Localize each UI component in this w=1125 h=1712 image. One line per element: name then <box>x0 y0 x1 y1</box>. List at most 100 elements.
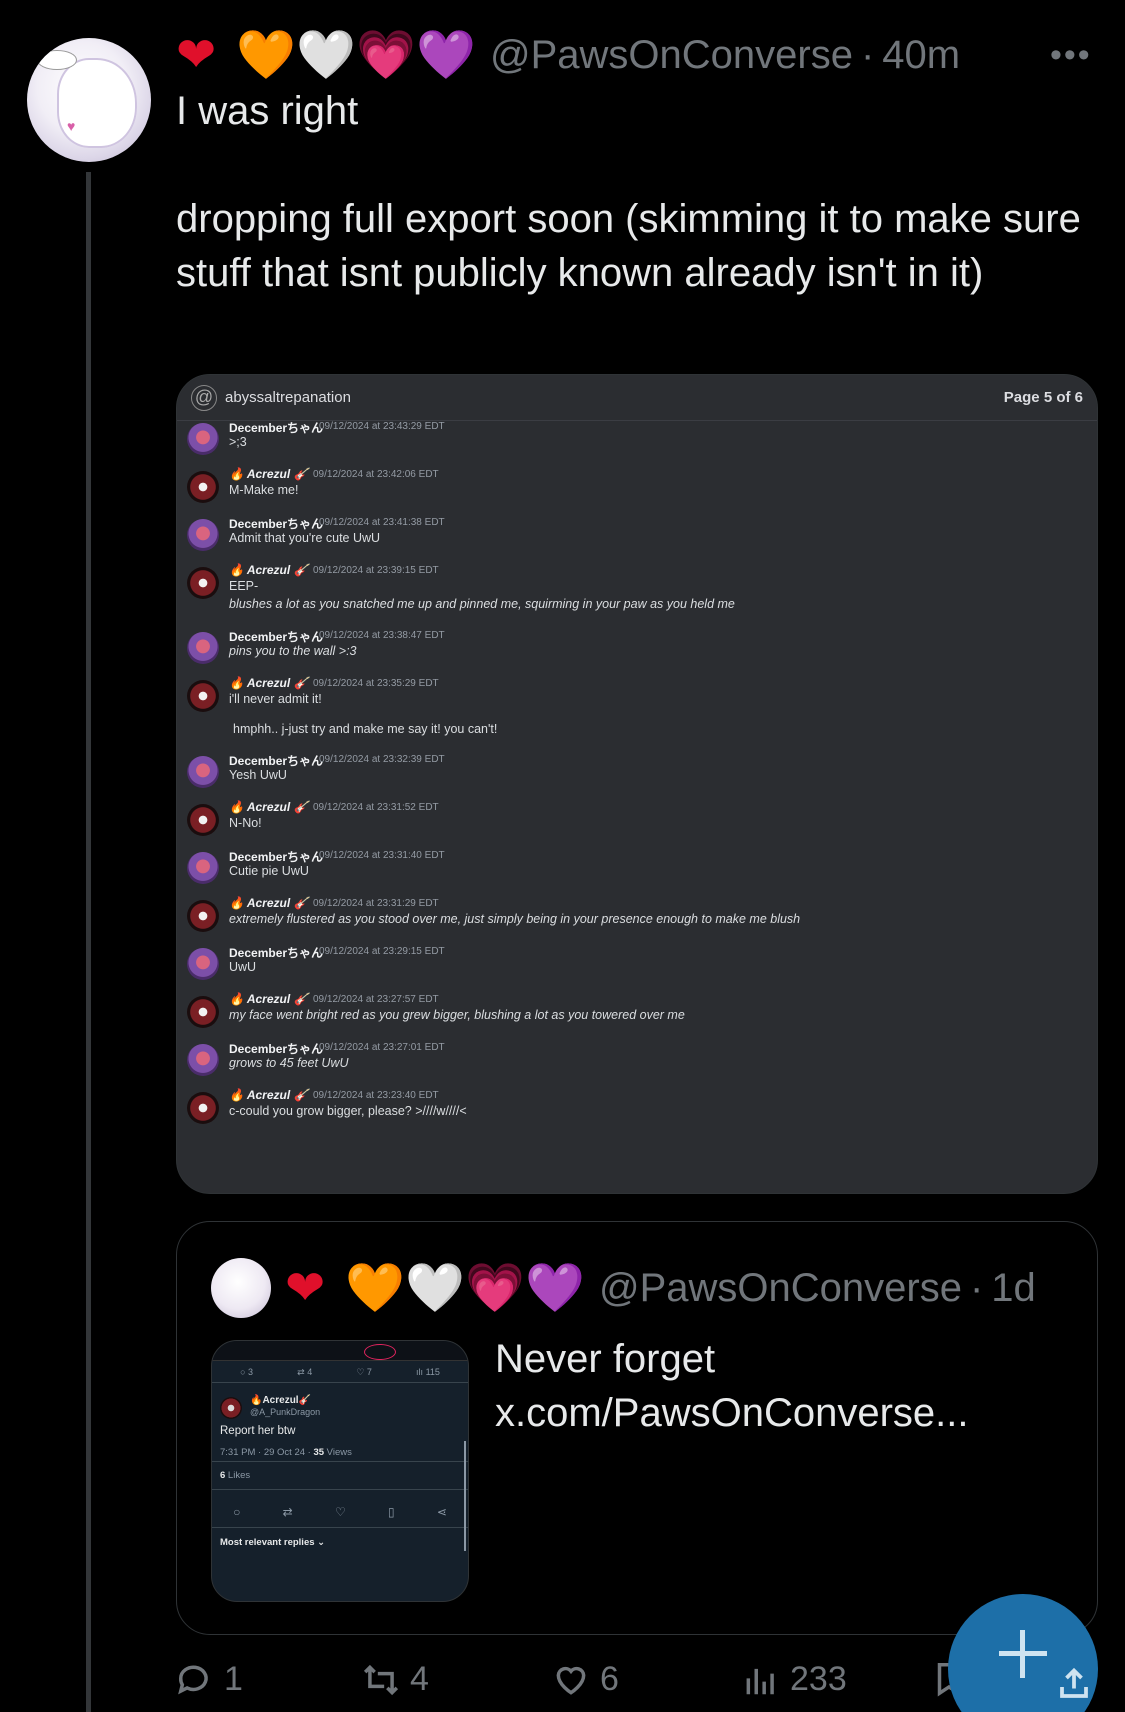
retweet-icon: ⇄ <box>282 1505 293 1519</box>
message-avatar <box>187 519 219 551</box>
message-author: 🔥 Acrezul 🎸 <box>229 800 309 814</box>
message-author: 🔥 Acrezul 🎸 <box>229 896 309 910</box>
message-author: 🔥 Acrezul 🎸 <box>229 1088 309 1102</box>
thumb-handle: @A_PunkDragon <box>250 1407 321 1417</box>
tweet-timestamp[interactable]: 40m <box>882 33 960 78</box>
thumb-replies: ○ 3 <box>240 1367 254 1377</box>
thumb-likes-row: 6 Likes <box>212 1461 468 1490</box>
thumb-stats: ○ 3 ⇄ 4 ♡ 7 ılı 115 <box>212 1363 468 1383</box>
like-button[interactable]: 6 <box>552 1660 619 1699</box>
message-timestamp: 09/12/2024 at 23:39:15 EDT <box>313 565 439 576</box>
thumb-retweets: ⇄ 4 <box>297 1367 313 1377</box>
reply-icon: ○ <box>233 1505 241 1519</box>
message-avatar <box>187 1092 219 1124</box>
thumb-avatar <box>220 1397 242 1419</box>
message-author: 🔥 Acrezul 🎸 <box>229 563 309 577</box>
more-options-icon[interactable]: ••• <box>1050 36 1092 75</box>
message-avatar <box>187 756 219 788</box>
message-body: EEP- <box>229 579 259 593</box>
at-icon: @ <box>191 384 217 411</box>
thread-line <box>86 172 91 1712</box>
message-body: UwU <box>229 960 257 974</box>
message-author: 🔥 Acrezul 🎸 <box>229 467 309 481</box>
reply-button[interactable]: 1 <box>176 1660 243 1699</box>
message-avatar <box>187 632 219 664</box>
message-timestamp: 09/12/2024 at 23:43:29 EDT <box>319 421 445 432</box>
quoted-header: ❤ 🧡 🤍 💗 💜 @PawsOnConverse · 1d <box>285 1256 1036 1320</box>
retweet-icon <box>363 1664 399 1695</box>
thumb-views: ılı 115 <box>416 1367 440 1377</box>
message-body-continued: blushes a lot as you snatched me up and … <box>229 597 735 611</box>
thumb-body: Report her btw <box>220 1425 296 1437</box>
quoted-tweet[interactable]: ❤ 🧡 🤍 💗 💜 @PawsOnConverse · 1d ○ 3 ⇄ 4 ♡… <box>176 1221 1098 1635</box>
avatar-speech-bubble <box>37 50 77 70</box>
white-heart-emoji: 🤍 <box>405 1260 465 1316</box>
message-body: M-Make me! <box>229 483 299 497</box>
heart-icon: ♡ <box>334 1505 346 1519</box>
tweet-header: ❤ 🧡 🤍 💗 💜 @PawsOnConverse · 40m <box>176 26 960 84</box>
message-avatar <box>187 423 219 455</box>
message-timestamp: 09/12/2024 at 23:27:01 EDT <box>319 1042 445 1053</box>
thumb-likes: ♡ 7 <box>356 1367 372 1377</box>
share-icon: ⋖ <box>436 1505 447 1519</box>
message-timestamp: 09/12/2024 at 23:32:39 EDT <box>319 754 445 765</box>
message-author: Decemberちゃん <box>229 1042 324 1056</box>
message-timestamp: 09/12/2024 at 23:42:06 EDT <box>313 469 439 480</box>
quoted-timestamp: 1d <box>991 1265 1036 1310</box>
message-author: Decemberちゃん <box>229 850 324 864</box>
quoted-text: Never forget x.com/PawsOnConverse... <box>495 1337 969 1435</box>
avatar-art <box>57 58 137 148</box>
message-body: pins you to the wall >:3 <box>229 644 357 658</box>
retweet-button[interactable]: 4 <box>362 1660 429 1699</box>
message-avatar <box>187 680 219 712</box>
pink-heart-emoji: 💗 <box>356 27 416 83</box>
message-avatar <box>187 900 219 932</box>
tweet-text: I was right dropping full export soon (s… <box>176 84 1096 300</box>
quoted-handle[interactable]: @PawsOnConverse <box>599 1266 962 1311</box>
message-timestamp: 09/12/2024 at 23:35:29 EDT <box>313 678 439 689</box>
message-body: i'll never admit it! <box>229 692 322 706</box>
message-author: 🔥 Acrezul 🎸 <box>229 676 309 690</box>
quoted-thumbnail[interactable]: ○ 3 ⇄ 4 ♡ 7 ılı 115 🔥Acrezul🎸 @A_PunkDra… <box>211 1340 469 1602</box>
thumb-scrollbar <box>464 1441 466 1551</box>
separator-dot: · <box>969 1265 984 1310</box>
message-timestamp: 09/12/2024 at 23:31:29 EDT <box>313 898 439 909</box>
message-author: Decemberちゃん <box>229 630 324 644</box>
media-image[interactable]: @ abyssaltrepanation Page 5 of 6 Decembe… <box>176 374 1098 1194</box>
action-bar: 1 4 6 233 <box>176 1660 1076 1712</box>
message-body: extremely flustered as you stood over me… <box>229 912 801 926</box>
views-button[interactable]: 233 <box>742 1660 847 1699</box>
purple-heart-emoji: 💜 <box>416 27 476 83</box>
message-avatar <box>187 948 219 980</box>
message-avatar <box>187 1044 219 1076</box>
reply-icon <box>178 1665 208 1694</box>
message-body: c-could you grow bigger, please? >////w/… <box>229 1104 467 1118</box>
message-body: Yesh UwU <box>229 768 287 782</box>
heart-icon <box>556 1666 586 1695</box>
message-author: Decemberちゃん <box>229 421 324 435</box>
message-avatar <box>187 804 219 836</box>
message-body: my face went bright red as you grew bigg… <box>229 1008 685 1022</box>
author-handle[interactable]: @PawsOnConverse <box>490 33 853 78</box>
separator-dot: · <box>860 32 875 77</box>
message-timestamp: 09/12/2024 at 23:41:38 EDT <box>319 517 445 528</box>
share-icon[interactable] <box>1056 1664 1092 1704</box>
message-body: N-No! <box>229 816 262 830</box>
message-author: Decemberちゃん <box>229 517 324 531</box>
message-avatar <box>187 567 219 599</box>
red-heart-emoji: ❤ <box>176 27 217 83</box>
message-author: 🔥 Acrezul 🎸 <box>229 992 309 1006</box>
pink-heart-emoji: 💗 <box>465 1260 525 1316</box>
avatar-heart-icon: ♥ <box>67 118 76 134</box>
bookmark-icon: ▯ <box>387 1505 395 1519</box>
export-header: @ abyssaltrepanation Page 5 of 6 <box>177 375 1097 421</box>
quoted-author-avatar[interactable] <box>211 1258 271 1318</box>
message-author: Decemberちゃん <box>229 946 324 960</box>
orange-heart-emoji: 🧡 <box>345 1260 405 1316</box>
message-timestamp: 09/12/2024 at 23:31:40 EDT <box>319 850 445 861</box>
tweet-line-1: I was right <box>176 89 359 133</box>
white-heart-emoji: 🤍 <box>296 27 356 83</box>
message-timestamp: 09/12/2024 at 23:23:40 EDT <box>313 1090 439 1101</box>
orange-heart-emoji: 🧡 <box>236 27 296 83</box>
author-avatar[interactable]: ♥ <box>27 38 151 162</box>
